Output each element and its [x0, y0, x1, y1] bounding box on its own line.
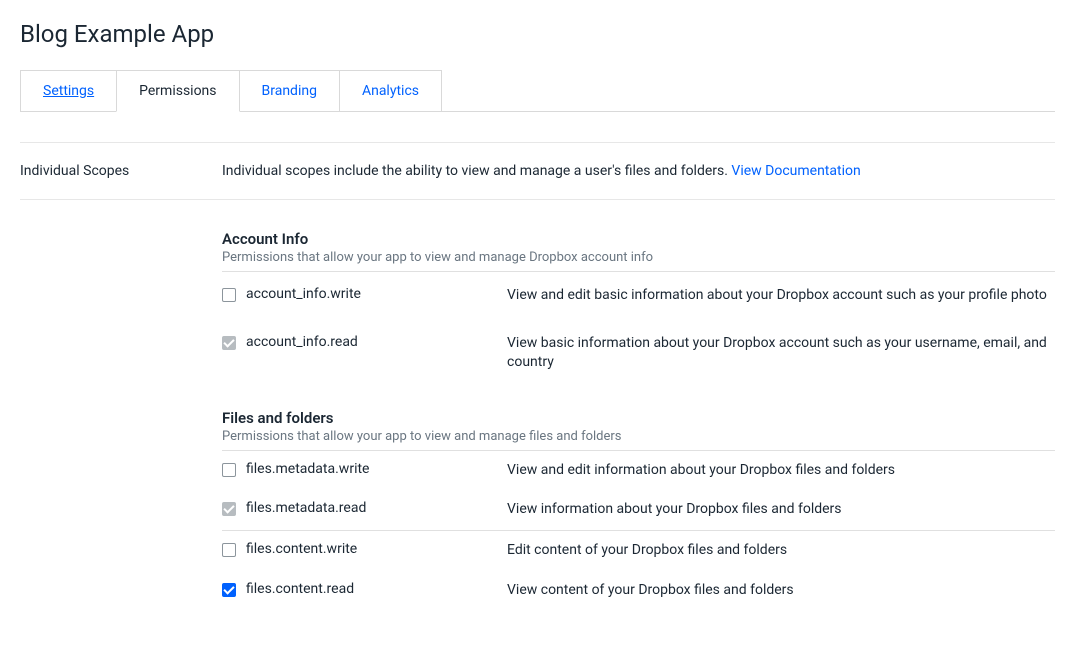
perm-label: files.content.read — [246, 581, 354, 597]
checkbox-account-info-write[interactable] — [222, 288, 236, 302]
perm-description: Edit content of your Dropbox files and f… — [507, 541, 1055, 561]
group-files-folders: Files and folders Permissions that allow… — [222, 409, 1055, 610]
perm-row-files-metadata-read: files.metadata.read View information abo… — [222, 490, 1055, 531]
group-header: Account Info Permissions that allow your… — [222, 230, 1055, 272]
checkbox-account-info-read[interactable] — [222, 336, 236, 350]
page-title: Blog Example App — [20, 20, 1055, 48]
group-title: Files and folders — [222, 409, 1055, 427]
perm-description: View content of your Dropbox files and f… — [507, 581, 1055, 601]
tabs-row: Settings Permissions Branding Analytics — [20, 70, 1055, 112]
permission-groups: Account Info Permissions that allow your… — [222, 230, 1055, 610]
individual-scopes-description: Individual scopes include the ability to… — [222, 163, 1055, 179]
checkbox-files-content-read[interactable] — [222, 583, 236, 597]
group-header: Files and folders Permissions that allow… — [222, 409, 1055, 451]
tab-settings[interactable]: Settings — [20, 70, 117, 111]
perm-row-account-info-read: account_info.read View basic information… — [222, 320, 1055, 387]
group-title: Account Info — [222, 230, 1055, 248]
individual-scopes-text: Individual scopes include the ability to… — [222, 163, 731, 179]
perm-description: View and edit basic information about yo… — [507, 286, 1055, 306]
perm-label: account_info.read — [246, 334, 358, 350]
perm-description: View information about your Dropbox file… — [507, 500, 1055, 520]
view-documentation-link[interactable]: View Documentation — [731, 163, 860, 179]
perm-row-files-content-write: files.content.write Edit content of your… — [222, 531, 1055, 571]
group-subtitle: Permissions that allow your app to view … — [222, 250, 1055, 265]
perm-row-account-info-write: account_info.write View and edit basic i… — [222, 272, 1055, 320]
perm-description: View basic information about your Dropbo… — [507, 334, 1055, 373]
perm-label: account_info.write — [246, 286, 361, 302]
checkbox-files-metadata-write[interactable] — [222, 463, 236, 477]
perm-description: View and edit information about your Dro… — [507, 461, 1055, 481]
perm-row-files-content-read: files.content.read View content of your … — [222, 571, 1055, 611]
tab-branding[interactable]: Branding — [239, 70, 340, 111]
tab-permissions[interactable]: Permissions — [116, 70, 239, 112]
perm-label: files.metadata.read — [246, 500, 366, 516]
tab-analytics[interactable]: Analytics — [339, 70, 442, 111]
perm-label: files.content.write — [246, 541, 357, 557]
checkbox-files-metadata-read[interactable] — [222, 502, 236, 516]
group-account-info: Account Info Permissions that allow your… — [222, 230, 1055, 387]
checkbox-files-content-write[interactable] — [222, 543, 236, 557]
perm-label: files.metadata.write — [246, 461, 369, 477]
individual-scopes-label: Individual Scopes — [20, 163, 222, 179]
perm-row-files-metadata-write: files.metadata.write View and edit infor… — [222, 451, 1055, 491]
individual-scopes-section: Individual Scopes Individual scopes incl… — [20, 142, 1055, 200]
group-subtitle: Permissions that allow your app to view … — [222, 429, 1055, 444]
